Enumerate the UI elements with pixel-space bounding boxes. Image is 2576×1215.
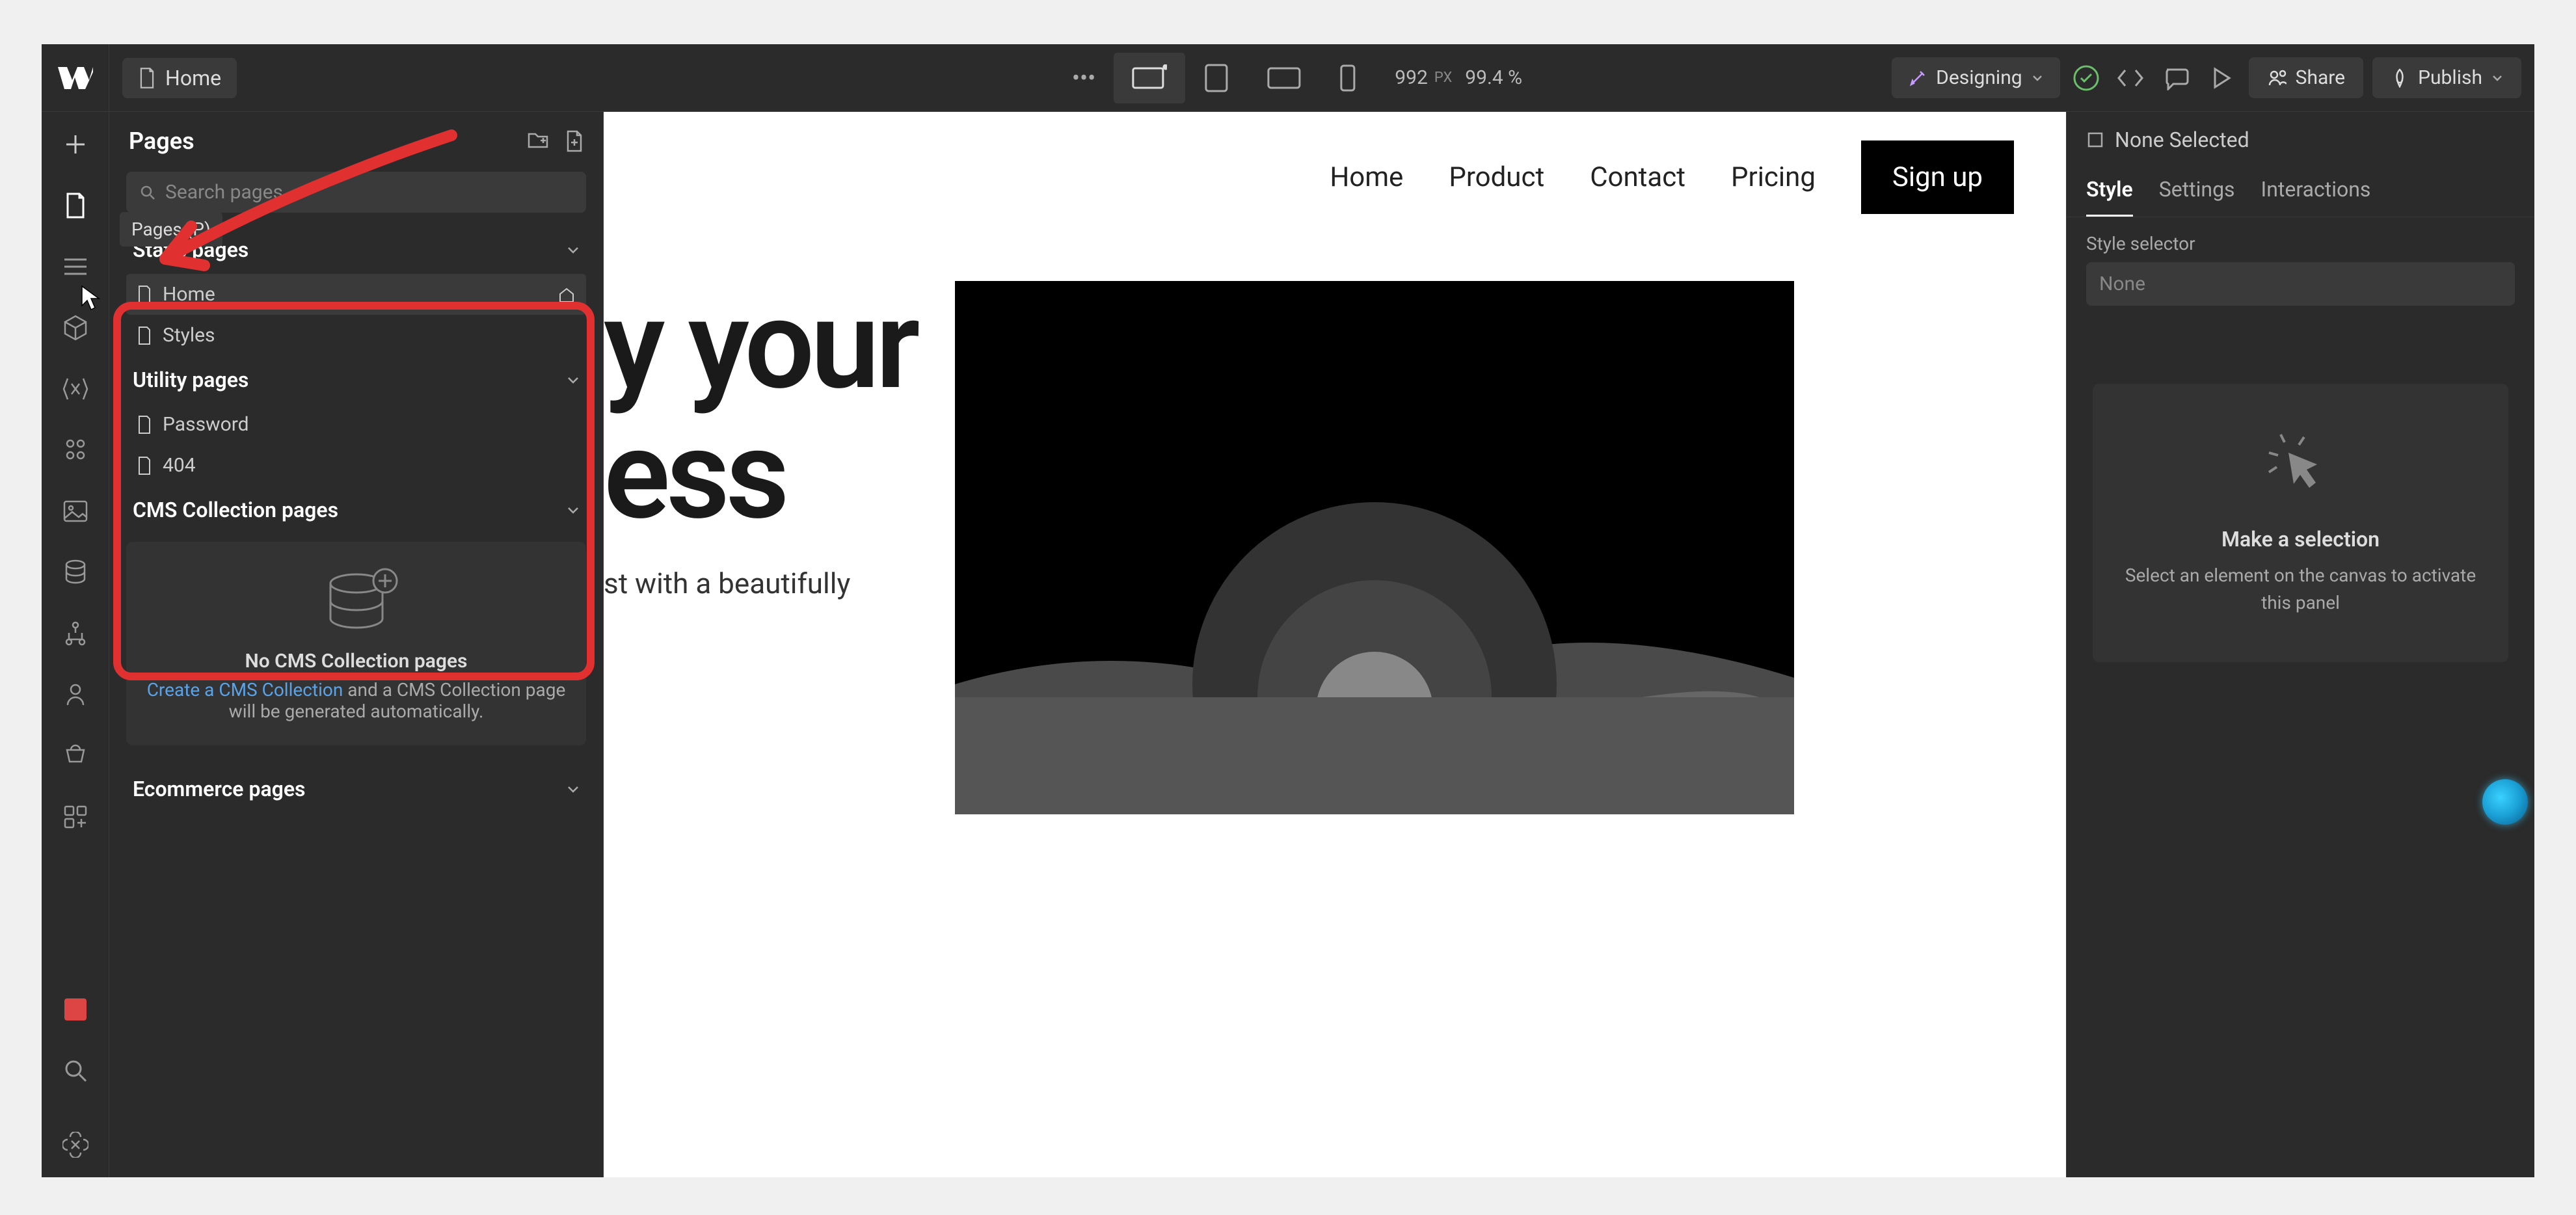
add-element-icon[interactable] <box>56 125 95 164</box>
preview-play-icon[interactable] <box>2203 60 2240 96</box>
page-item-password[interactable]: Password <box>126 404 586 445</box>
device-mobile-button[interactable] <box>1321 51 1375 105</box>
device-tablet-button[interactable] <box>1185 51 1248 105</box>
style-selectors-icon[interactable] <box>56 431 95 470</box>
pages-icon[interactable] <box>56 186 95 225</box>
topbar: Home ••• 992 PX 99.4 % <box>42 44 2534 112</box>
hero-subtext: st with a beautifully <box>604 567 916 600</box>
search-placeholder: Search pages <box>165 181 283 204</box>
assistant-orb-icon[interactable] <box>2482 779 2528 825</box>
page-item-styles[interactable]: Styles <box>126 315 586 356</box>
zoom-level: 99.4 % <box>1465 66 1522 89</box>
apps-icon[interactable] <box>56 797 95 836</box>
viewport-width: 992 <box>1395 66 1428 89</box>
utility-pages-label: Utility pages <box>133 367 248 392</box>
share-label: Share <box>2296 66 2345 89</box>
pages-panel: Pages Search pages Static pages Home <box>109 112 604 1177</box>
breadcrumb[interactable]: Home <box>122 58 237 98</box>
page-item-label: Styles <box>163 324 215 347</box>
new-folder-icon[interactable] <box>526 130 550 152</box>
share-button[interactable]: Share <box>2249 57 2363 98</box>
tab-style[interactable]: Style <box>2086 168 2133 217</box>
pages-panel-title: Pages <box>129 127 195 155</box>
new-page-icon[interactable] <box>565 130 584 152</box>
home-indicator-icon <box>557 286 576 303</box>
tab-interactions[interactable]: Interactions <box>2261 168 2371 217</box>
cms-pages-label: CMS Collection pages <box>133 498 338 522</box>
variables-icon[interactable] <box>56 369 95 408</box>
page-item-home[interactable]: Home <box>126 274 586 315</box>
components-icon[interactable] <box>56 308 95 347</box>
tab-settings[interactable]: Settings <box>2159 168 2235 217</box>
cursor-click-icon <box>2259 429 2343 507</box>
style-selector-label: Style selector <box>2067 217 2534 262</box>
page-item-404[interactable]: 404 <box>126 445 586 486</box>
cms-icon[interactable] <box>56 553 95 592</box>
device-tablet-landscape-button[interactable] <box>1248 54 1321 102</box>
code-icon[interactable] <box>2112 60 2149 96</box>
canvas[interactable]: Home Product Contact Pricing Sign up y y… <box>604 112 2066 1177</box>
nav-link-product[interactable]: Product <box>1449 161 1544 193</box>
style-selector-input[interactable]: None <box>2086 262 2515 306</box>
pages-panel-header: Pages <box>109 112 603 165</box>
status-check-icon <box>2069 61 2103 95</box>
page-item-label: Home <box>163 283 215 306</box>
navigator-icon[interactable] <box>56 247 95 286</box>
utility-pages-header[interactable]: Utility pages <box>126 356 586 404</box>
pages-tooltip: Pages (P) <box>120 212 222 247</box>
right-tabs: Style Settings Interactions <box>2067 168 2534 217</box>
cms-empty-title: No CMS Collection pages <box>146 650 567 673</box>
top-right-controls: Designing Share Publish <box>1892 57 2521 98</box>
page-item-label: 404 <box>163 454 196 477</box>
help-icon[interactable] <box>56 1125 95 1164</box>
right-panel: None Selected Style Settings Interaction… <box>2066 112 2534 1177</box>
viewport-unit: PX <box>1434 70 1452 86</box>
stop-recording-icon[interactable] <box>56 990 95 1029</box>
nav-link-contact[interactable]: Contact <box>1590 161 1685 193</box>
hero-heading-line1: y your <box>604 281 916 411</box>
hero-heading-line2: ess <box>604 411 916 541</box>
mode-label: Designing <box>1936 66 2022 89</box>
publish-label: Publish <box>2418 66 2482 89</box>
users-icon[interactable] <box>56 675 95 714</box>
empty-state-title: Make a selection <box>2119 527 2482 552</box>
empty-state-sub: Select an element on the canvas to activ… <box>2119 562 2482 617</box>
ecommerce-pages-label: Ecommerce pages <box>133 777 306 801</box>
site-nav: Home Product Contact Pricing Sign up <box>604 112 2066 242</box>
viewport-info: 992 PX 99.4 % <box>1395 66 1522 89</box>
cms-pages-header[interactable]: CMS Collection pages <box>126 486 586 534</box>
webflow-logo[interactable] <box>42 44 109 112</box>
logic-icon[interactable] <box>56 614 95 653</box>
breadcrumb-page-name: Home <box>165 66 221 90</box>
comment-icon[interactable] <box>2158 60 2194 96</box>
database-illustration-icon <box>317 565 396 637</box>
top-center-controls: ••• 992 PX 99.4 % <box>1054 51 1522 105</box>
hero-text: y your ess st with a beautifully <box>604 281 916 600</box>
mode-designing-button[interactable]: Designing <box>1892 57 2060 98</box>
search-pages-input[interactable]: Search pages <box>126 172 586 213</box>
ecommerce-icon[interactable] <box>56 736 95 775</box>
hero-image-placeholder <box>955 281 1794 814</box>
none-selected-row: None Selected <box>2067 112 2534 168</box>
nav-link-home[interactable]: Home <box>1330 161 1403 193</box>
signup-button[interactable]: Sign up <box>1861 140 2014 214</box>
cms-create-link[interactable]: Create a CMS Collection <box>147 679 343 701</box>
right-empty-state: Make a selection Select an element on th… <box>2093 384 2508 662</box>
cms-empty-state: No CMS Collection pages Create a CMS Col… <box>126 542 586 745</box>
nav-link-pricing[interactable]: Pricing <box>1731 161 1816 193</box>
style-selector-value: None <box>2099 273 2145 295</box>
device-desktop-button[interactable] <box>1114 53 1185 103</box>
page-item-label: Password <box>163 413 249 436</box>
more-options-button[interactable]: ••• <box>1054 53 1114 103</box>
publish-button[interactable]: Publish <box>2372 57 2521 98</box>
hero-section: y your ess st with a beautifully <box>604 242 2066 853</box>
ecommerce-pages-header[interactable]: Ecommerce pages <box>126 765 586 813</box>
left-rail <box>42 112 109 1177</box>
search-rail-icon[interactable] <box>56 1051 95 1090</box>
none-selected-label: None Selected <box>2115 127 2249 152</box>
assets-icon[interactable] <box>56 492 95 531</box>
